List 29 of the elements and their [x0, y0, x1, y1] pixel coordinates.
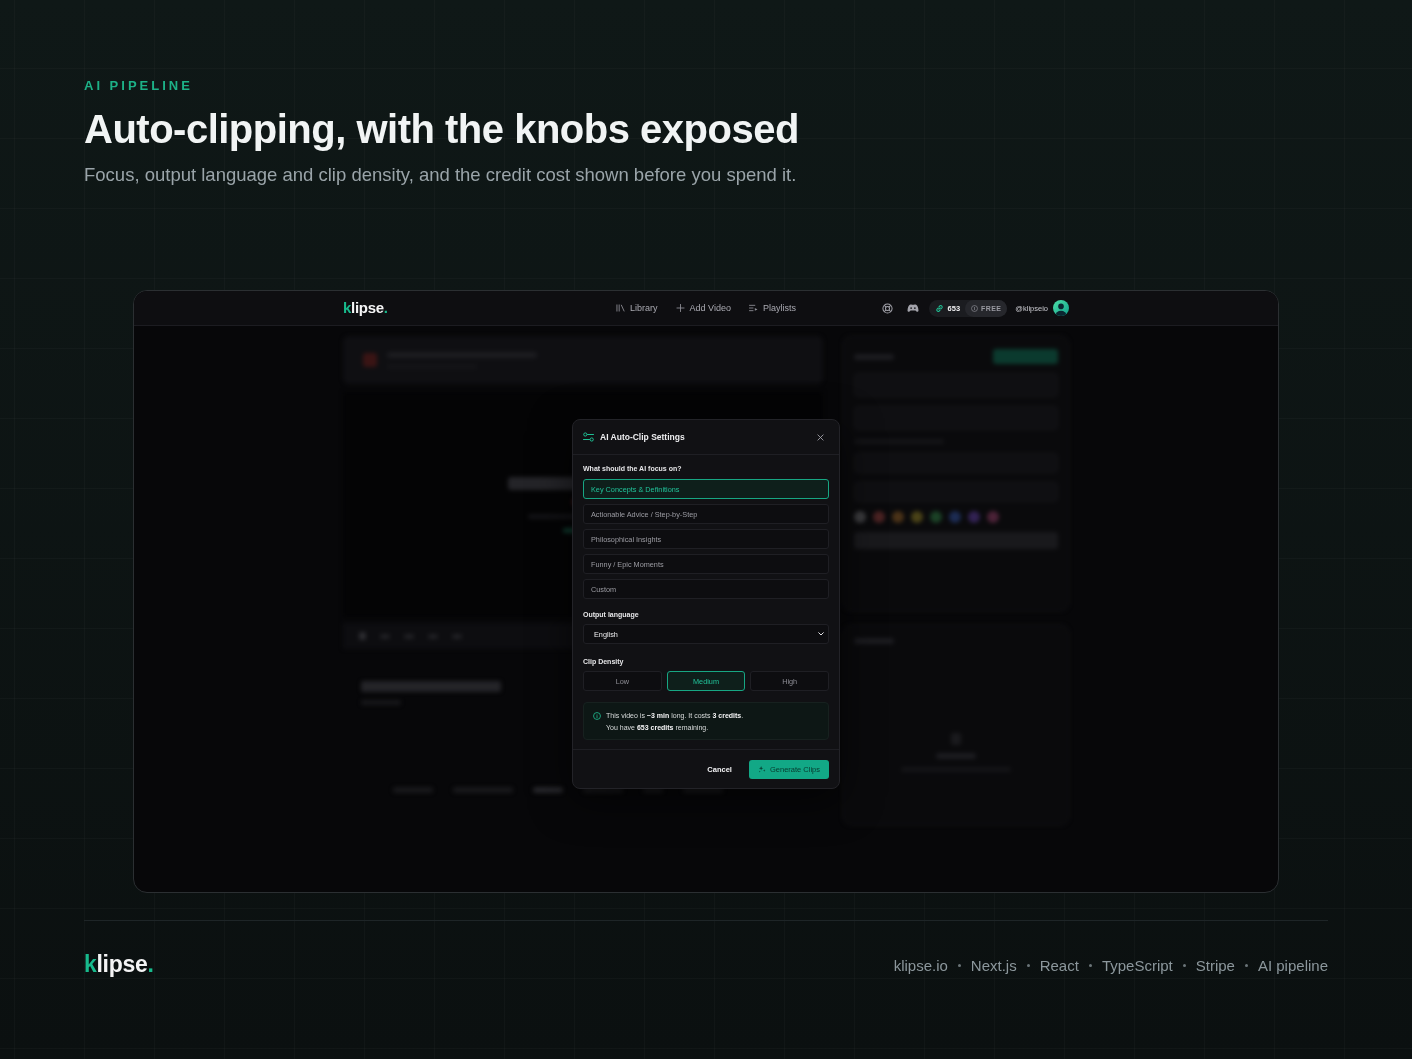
coin-icon [971, 304, 979, 312]
info-icon [593, 712, 601, 720]
tech-stack-item: Next.js [970, 956, 1017, 974]
page-heading: Auto-clipping, with the knobs exposed [84, 106, 799, 153]
tech-stack-item: klipse.io [893, 956, 948, 974]
tech-stack-item: TypeScript [1101, 956, 1173, 974]
nav-link[interactable]: Add Video [675, 303, 731, 313]
lifebuoy-icon[interactable] [881, 302, 893, 314]
close-button[interactable] [815, 431, 826, 443]
plus-icon [675, 304, 685, 312]
books-icon [616, 304, 626, 312]
gamepad-icon[interactable] [906, 303, 919, 313]
link-icon [934, 303, 944, 313]
nav-link[interactable]: Library [616, 303, 658, 313]
close-icon [817, 433, 824, 441]
list-icon [748, 304, 758, 312]
brand-logo: klipse. [84, 951, 154, 979]
section-eyebrow: AI PIPELINE [84, 78, 193, 94]
brand-logo[interactable]: klipse. [343, 299, 388, 317]
page-subtitle: Focus, output language and clip density, and the credit cost shown before you spend it. [84, 164, 797, 186]
sliders-icon [583, 432, 594, 442]
nav-link[interactable]: Playlists [748, 303, 796, 313]
tech-stack-item: Stripe [1195, 956, 1235, 974]
dialog-title: AI Auto-Clip Settings [600, 432, 686, 442]
tech-stack-item: AI pipeline [1257, 956, 1328, 974]
tech-stack-item: React [1039, 956, 1079, 974]
sparkle-icon [757, 765, 766, 773]
avatar-icon[interactable] [1053, 300, 1069, 316]
chevron-down-icon [818, 632, 824, 636]
